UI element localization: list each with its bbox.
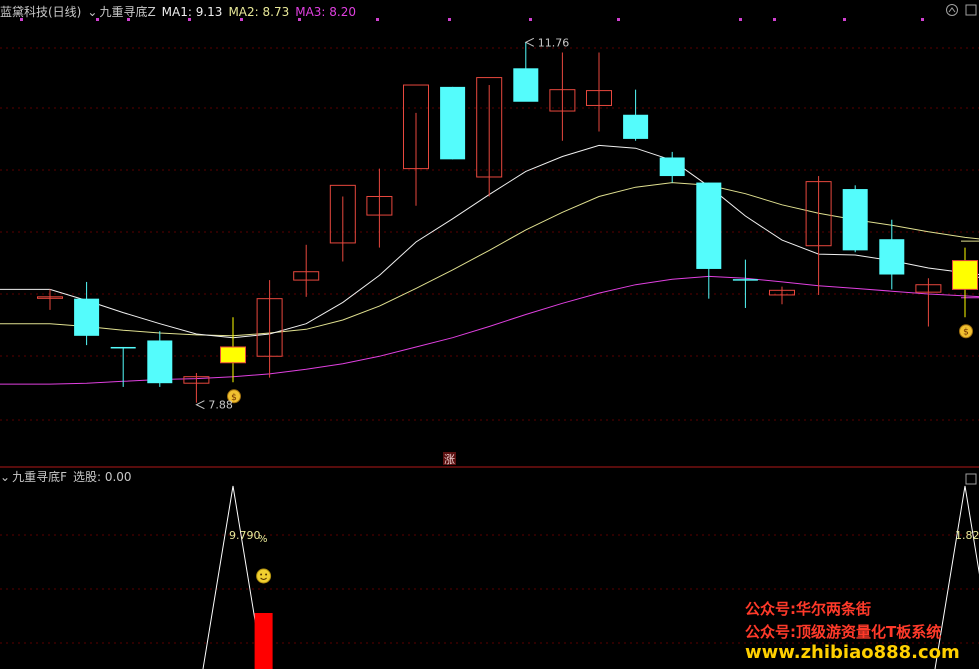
select-signal-spike <box>202 485 264 669</box>
candle-body <box>659 157 685 177</box>
smiley-icon <box>256 568 272 584</box>
top-marker-dot <box>448 18 451 21</box>
smiley-eye <box>265 573 268 576</box>
top-marker-dot <box>921 18 924 21</box>
candle-body <box>696 182 722 269</box>
right-pct-label: 1.82 <box>955 529 979 542</box>
candle-body-signal <box>952 260 978 290</box>
sub-value-label: 选股: 0.00 <box>72 470 132 484</box>
main-panel-header: 蓝黛科技(日线) ⌄ 九重寻底Z MA1: 9.13 MA2: 8.73 MA3: 8.2… <box>0 4 362 20</box>
left-pct-suffix: % <box>258 534 268 545</box>
sub-indicator-dropdown-icon[interactable]: ⌄ <box>0 470 10 484</box>
collapse-icon <box>946 4 958 16</box>
candle-body <box>513 68 539 102</box>
top-marker-dot <box>843 18 846 21</box>
ma3-label: MA3: 8.20 <box>295 5 357 19</box>
collapse-chevron-icon <box>948 7 956 13</box>
stock-title: 蓝黛科技(日线) <box>0 5 82 19</box>
indicator-name[interactable]: 九重寻底Z <box>99 5 155 19</box>
stock-chart: $$11.767.88涨9.790% 1.82 <box>0 4 979 669</box>
smiley-eye <box>260 573 263 576</box>
indicator-dropdown-icon[interactable]: ⌄ <box>87 5 97 19</box>
top-marker-dot <box>376 18 379 21</box>
candle-body <box>74 298 100 336</box>
candle-body <box>623 114 649 139</box>
sub-indicator-name[interactable]: 九重寻底F <box>12 470 67 484</box>
top-marker-dot <box>617 18 620 21</box>
top-marker-dot <box>739 18 742 21</box>
zhang-marker: 涨 <box>444 453 455 466</box>
sub-panel-header: ⌄ 九重寻底F 选股: 0.00 <box>0 469 138 485</box>
candle-body <box>147 340 173 384</box>
top-marker-dot <box>529 18 532 21</box>
ma2-line <box>0 182 979 337</box>
money-bag-symbol: $ <box>963 328 969 338</box>
settings-icon <box>965 4 977 16</box>
ma1-label: MA1: 9.13 <box>161 5 223 19</box>
watermark-line3: www.zhibiao888.com <box>745 642 960 663</box>
top-marker-dot <box>773 18 776 21</box>
high-price-label: 11.76 <box>538 36 570 49</box>
candle-body <box>110 346 136 349</box>
candle-body <box>440 86 466 160</box>
candle-body <box>842 189 868 251</box>
sub-settings-icon <box>965 473 977 485</box>
watermark-line2: 公众号:顶级游资量化T板系统 <box>745 623 942 641</box>
ma2-label: MA2: 8.73 <box>228 5 290 19</box>
select-signal-bar <box>254 613 273 669</box>
watermark-line1: 公众号:华尔两条街 <box>745 600 871 618</box>
candle-body <box>732 279 758 281</box>
ma3-line <box>0 275 979 385</box>
left-pct-label: 9.790 <box>229 529 261 542</box>
candle-body <box>879 239 905 275</box>
high-arrow <box>524 37 535 47</box>
candle-body-signal <box>220 346 246 364</box>
low-price-label: 7.88 <box>208 399 233 412</box>
low-arrow <box>195 400 205 410</box>
